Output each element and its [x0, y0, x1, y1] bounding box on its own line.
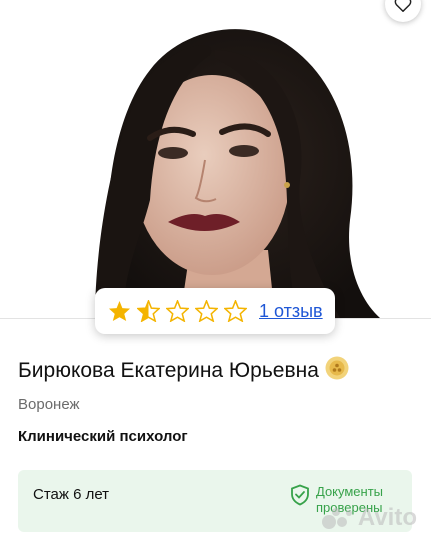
star-empty-icon [195, 300, 218, 322]
city-label: Воронеж [18, 396, 80, 413]
avito-logo [321, 508, 352, 529]
heart-icon [394, 0, 412, 12]
portrait-image [95, 29, 381, 318]
profile-photo[interactable] [0, 0, 431, 318]
avito-watermark: Avito [321, 504, 417, 532]
shield-check-icon [291, 484, 309, 506]
star-icon [108, 300, 131, 322]
star-half-icon [137, 300, 160, 322]
specialty-label: Клинический психолог [18, 428, 188, 445]
experience-label: Стаж 6 лет [33, 486, 110, 503]
name-row: Бирюкова Екатерина Юрьевна [18, 355, 350, 386]
reviews-link[interactable]: 1 отзыв [259, 301, 323, 322]
medal-badge-icon[interactable] [324, 355, 350, 386]
rating-stars [108, 300, 247, 322]
avito-wordmark: Avito [357, 504, 417, 531]
specialist-name: Бирюкова Екатерина Юрьевна [18, 358, 319, 382]
documents-line-1: Документы [316, 484, 384, 499]
star-empty-icon [224, 300, 247, 322]
rating-box: 1 отзыв [95, 288, 335, 334]
star-empty-icon [166, 300, 189, 322]
